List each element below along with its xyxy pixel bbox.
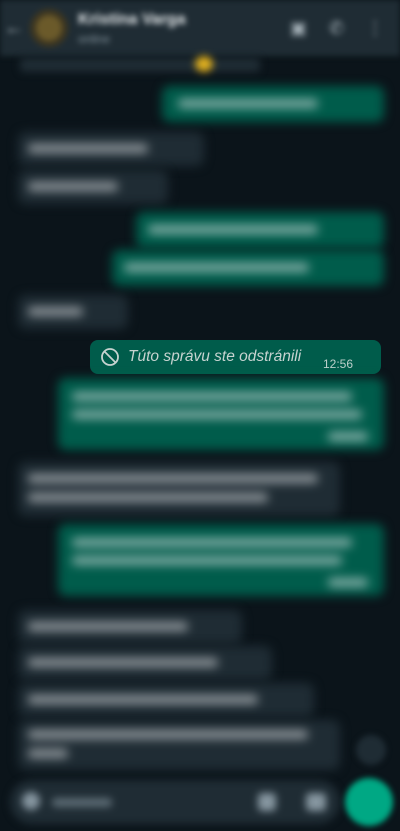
message-bubble-incoming[interactable] xyxy=(18,610,242,644)
message-tail xyxy=(20,56,260,72)
emoji-icon[interactable] xyxy=(22,792,40,810)
message-bubble-incoming[interactable] xyxy=(18,720,340,770)
arrow-left-icon[interactable]: ← xyxy=(4,17,26,40)
message-bubble-incoming[interactable] xyxy=(18,646,272,680)
attach-icon[interactable] xyxy=(258,793,276,811)
phone-icon[interactable]: ✆ xyxy=(329,18,344,39)
contact-status: online xyxy=(78,31,111,46)
message-bubble-outgoing[interactable] xyxy=(58,524,384,596)
chat-header: ← Kristína Varga online ▣ ✆ ⋮ xyxy=(0,0,400,56)
message-bubble-outgoing[interactable] xyxy=(112,250,384,286)
contact-info[interactable]: Kristína Varga online xyxy=(78,11,290,46)
emoji-icon xyxy=(195,56,213,72)
input-placeholder xyxy=(52,798,112,807)
message-bubble-incoming[interactable] xyxy=(18,170,168,204)
message-bubble-incoming[interactable] xyxy=(18,683,314,717)
deleted-message-bubble[interactable]: Túto správu ste odstránili 12:56 xyxy=(90,340,381,374)
more-vert-icon[interactable]: ⋮ xyxy=(366,18,384,39)
message-input[interactable] xyxy=(10,780,340,824)
block-icon xyxy=(100,347,120,367)
message-bubble-incoming[interactable] xyxy=(18,462,340,516)
header-actions: ▣ ✆ ⋮ xyxy=(290,18,384,39)
message-bubble-outgoing[interactable] xyxy=(136,212,384,248)
message-bubble-incoming[interactable] xyxy=(18,132,204,166)
message-bubble-outgoing[interactable] xyxy=(58,378,384,450)
camera-icon[interactable] xyxy=(306,793,326,811)
message-bubble-incoming[interactable] xyxy=(18,295,128,329)
contact-name: Kristína Varga xyxy=(78,10,186,28)
video-call-icon[interactable]: ▣ xyxy=(290,18,307,39)
scroll-down-button[interactable] xyxy=(356,735,386,765)
deleted-message-text: Túto správu ste odstránili xyxy=(128,348,302,365)
message-time: 12:56 xyxy=(322,357,353,371)
message-bubble-outgoing[interactable] xyxy=(162,86,384,122)
mic-icon[interactable] xyxy=(345,778,393,826)
avatar[interactable] xyxy=(30,9,68,47)
